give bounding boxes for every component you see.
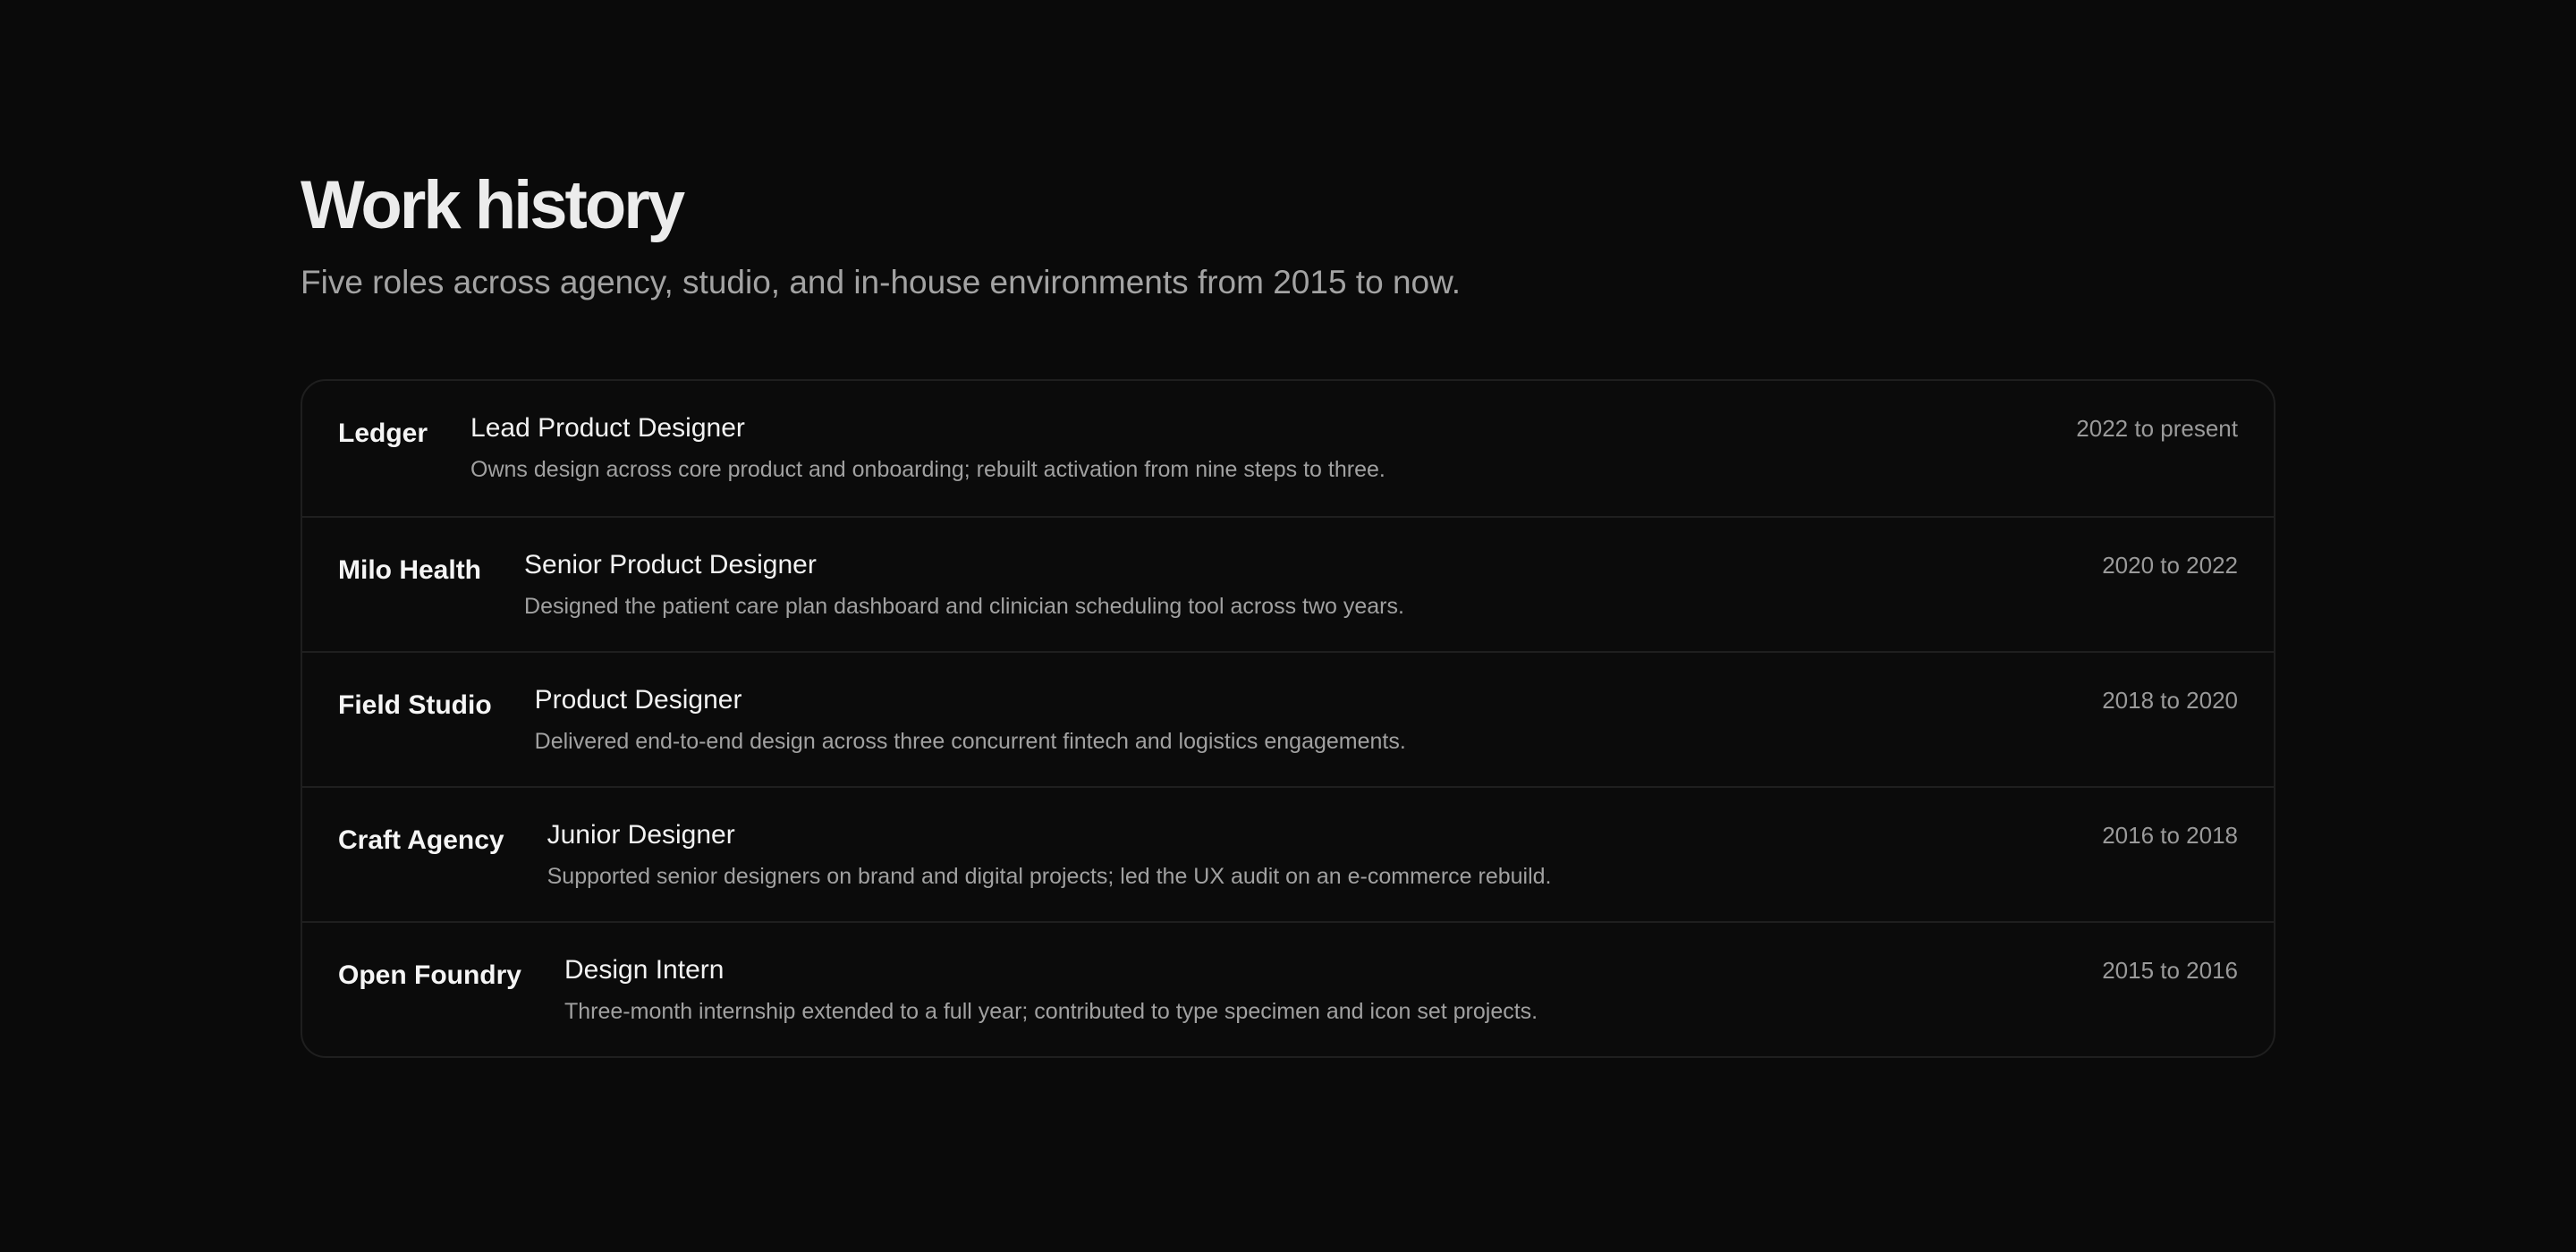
role-title: Design Intern (564, 955, 724, 985)
role-dates: 2016 to 2018 (2102, 822, 2238, 849)
role-dates: 2020 to 2022 (2102, 552, 2238, 579)
role-description: Delivered end-to-end design across three… (534, 729, 1406, 754)
role-dates: 2015 to 2016 (2102, 957, 2238, 984)
page-title: Work history (301, 167, 685, 243)
role-dates: 2022 to present (2076, 415, 2238, 442)
role-description: Three-month internship extended to a ful… (564, 999, 1538, 1024)
list-item: Field Studio Product Designer Delivered … (302, 651, 2274, 786)
role-details: Junior Designer Supported senior designe… (547, 818, 2238, 892)
company-name: Field Studio (338, 690, 492, 720)
page-subtitle: Five roles across agency, studio, and in… (301, 264, 1462, 300)
role-description: Designed the patient care plan dashboard… (524, 594, 1404, 619)
company-name: Craft Agency (338, 825, 504, 855)
role-details: Design Intern Three-month internship ext… (564, 953, 2238, 1027)
company-name: Milo Health (338, 555, 482, 585)
list-item: Ledger Lead Product Designer Owns design… (302, 381, 2274, 516)
role-description: Supported senior designers on brand and … (547, 864, 1552, 889)
work-history-list: Ledger Lead Product Designer Owns design… (301, 379, 2275, 1058)
work-history-section: Work history Five roles across agency, s… (301, 166, 2275, 1058)
role-title: Lead Product Designer (470, 413, 745, 443)
list-item: Craft Agency Junior Designer Supported s… (302, 786, 2274, 921)
role-details: Senior Product Designer Designed the pat… (524, 548, 2238, 622)
role-dates: 2018 to 2020 (2102, 687, 2238, 714)
role-details: Product Designer Delivered end-to-end de… (535, 683, 2238, 757)
role-description: Owns design across core product and onbo… (470, 457, 1385, 482)
role-details: Lead Product Designer Owns design across… (470, 411, 2238, 485)
company-name: Open Foundry (338, 960, 521, 990)
role-title: Senior Product Designer (524, 550, 817, 579)
company-name: Ledger (338, 419, 428, 448)
list-item: Milo Health Senior Product Designer Desi… (302, 516, 2274, 651)
role-title: Product Designer (534, 685, 742, 715)
role-title: Junior Designer (547, 820, 735, 850)
list-item: Open Foundry Design Intern Three-month i… (302, 921, 2274, 1056)
